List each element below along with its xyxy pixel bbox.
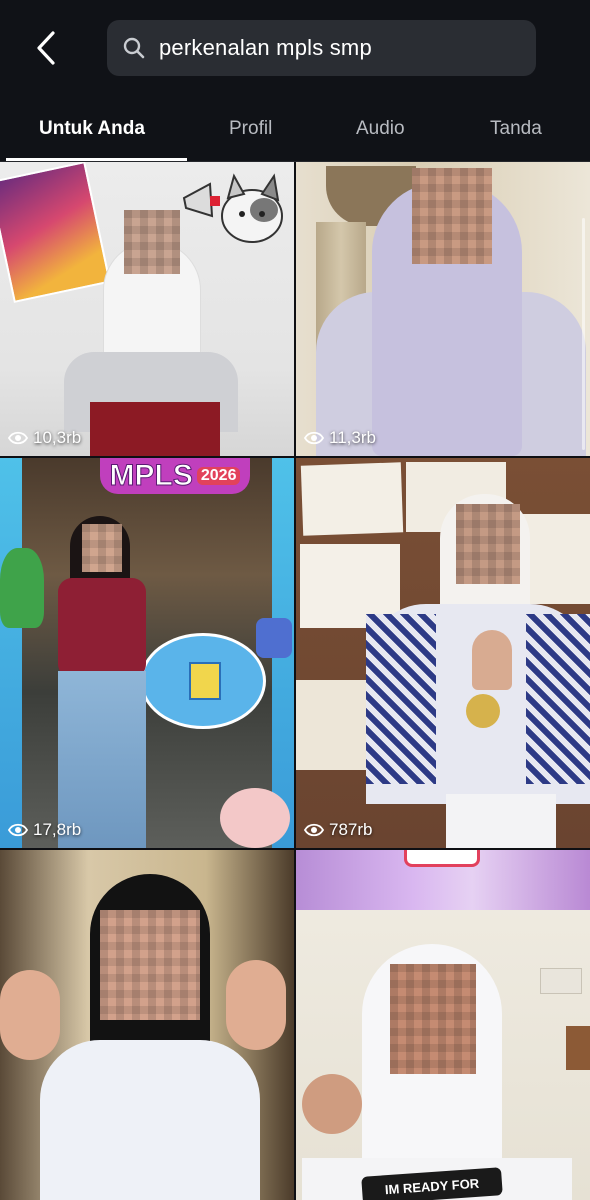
view-count-text: 787rb <box>329 820 373 839</box>
view-count: 17,8rb <box>8 820 81 840</box>
eye-icon <box>8 823 28 837</box>
person-figure <box>316 162 586 456</box>
search-query-text[interactable]: perkenalan mpls smp <box>159 35 372 61</box>
view-count-text: 11,3rb <box>329 428 376 447</box>
tree-decoration <box>0 548 44 628</box>
scrollbar[interactable] <box>582 218 585 450</box>
view-count: 11,3rb <box>304 428 376 448</box>
video-tile[interactable] <box>0 850 294 1200</box>
search-icon <box>123 37 145 59</box>
video-grid: 10,3rb 11,3rb MPLS 2026 17,8rb 787rb IM … <box>0 162 590 1200</box>
person-figure <box>0 870 294 1200</box>
person-figure <box>64 202 238 456</box>
view-count: 787rb <box>304 820 372 840</box>
bear-sticker <box>220 788 290 848</box>
banner-year: 2026 <box>196 467 241 485</box>
eye-icon <box>8 431 28 445</box>
view-count: 10,3rb <box>8 428 81 448</box>
eye-icon <box>304 823 324 837</box>
person-figure <box>366 494 590 848</box>
view-count-text: 17,8rb <box>33 820 82 839</box>
tab-profil[interactable]: Profil <box>229 118 272 140</box>
back-button[interactable] <box>28 28 64 68</box>
tab-audio[interactable]: Audio <box>356 118 405 140</box>
video-tile[interactable]: 787rb <box>296 458 590 848</box>
chevron-left-icon <box>37 31 55 65</box>
video-tile[interactable]: IM READY FOR <box>296 850 590 1200</box>
shirt-print-text: IM READY FOR <box>384 1175 480 1197</box>
video-tile[interactable]: 10,3rb <box>0 162 294 456</box>
frame-left <box>0 458 22 848</box>
search-input[interactable]: perkenalan mpls smp <box>107 20 536 76</box>
video-tile[interactable]: MPLS 2026 17,8rb <box>0 458 294 848</box>
video-tile[interactable]: 11,3rb <box>296 162 590 456</box>
tab-tanda[interactable]: Tanda <box>490 118 542 140</box>
banner-text: MPLS <box>109 459 193 493</box>
person-figure <box>40 516 180 848</box>
result-tabs: Untuk Anda Profil Audio Tanda <box>0 100 590 162</box>
view-count-text: 10,3rb <box>33 428 82 447</box>
search-results-screen: perkenalan mpls smp Untuk Anda Profil Au… <box>0 0 590 1200</box>
eye-icon <box>304 431 324 445</box>
frame-notch <box>404 850 480 867</box>
person-figure <box>302 944 572 1200</box>
robot-sticker <box>256 618 292 658</box>
top-bar: perkenalan mpls smp <box>0 0 590 100</box>
tab-untuk-anda[interactable]: Untuk Anda <box>39 118 145 140</box>
mpls-banner: MPLS 2026 <box>100 458 250 494</box>
